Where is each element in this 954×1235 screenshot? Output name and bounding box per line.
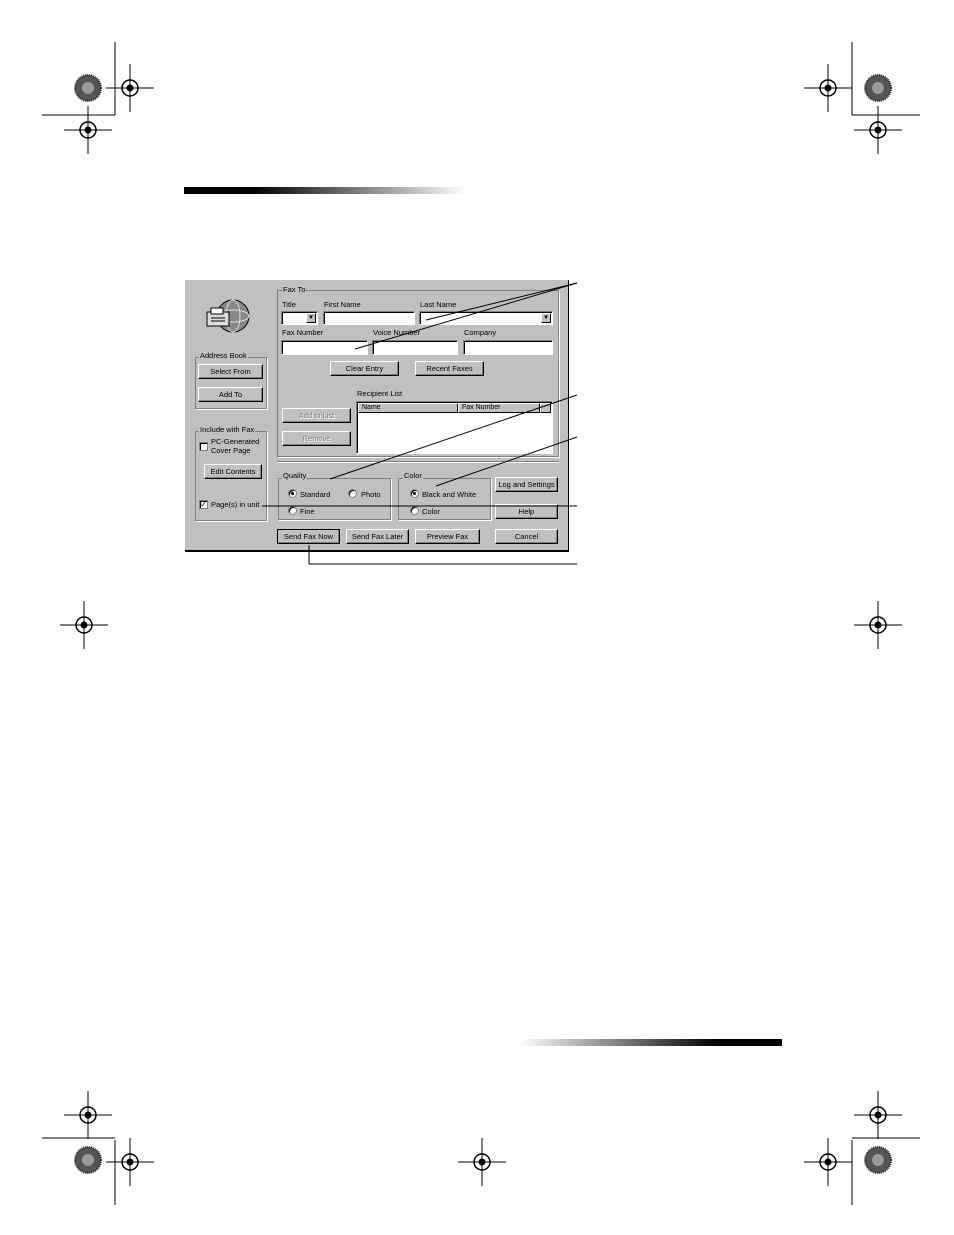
- callout-lines: [262, 282, 578, 565]
